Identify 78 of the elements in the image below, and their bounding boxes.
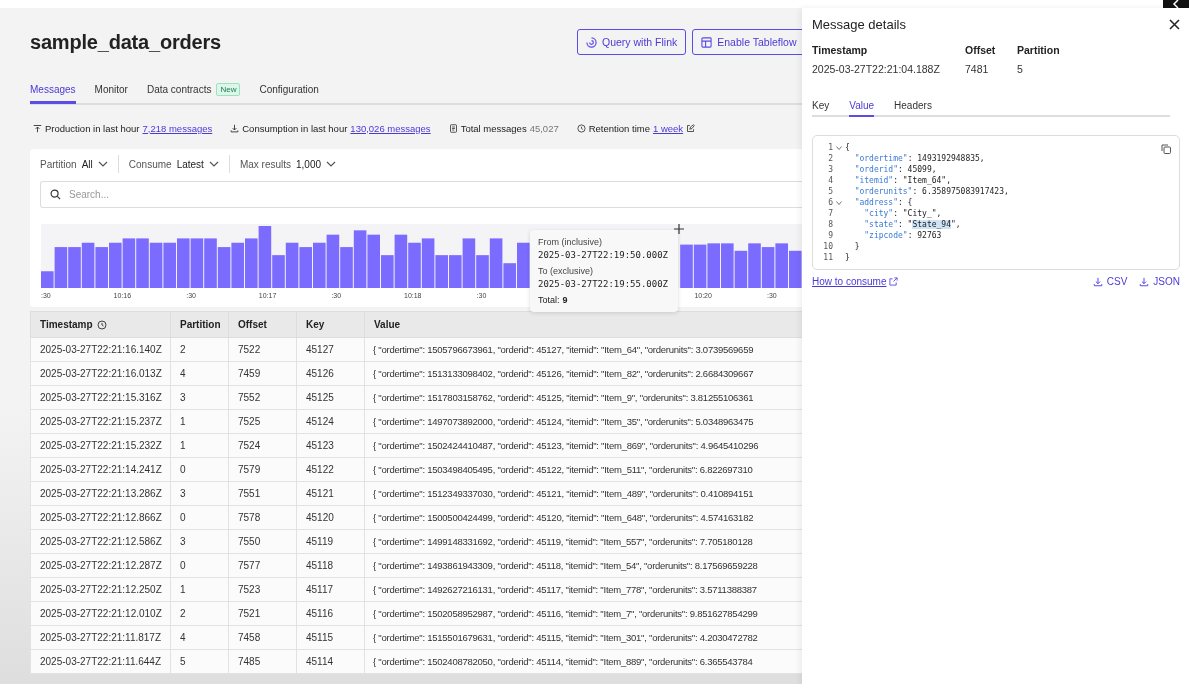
tooltip-label: Total: [538,295,560,305]
tab[interactable]: Configuration [259,77,319,104]
filter-dropdown[interactable]: Partition All [40,155,119,173]
line-number: 9 [827,231,833,240]
code-line: "ordertime": 1493192948835, [853,154,985,163]
action-button[interactable]: Query with Flink [577,29,687,55]
new-badge: New [216,83,241,96]
filter-dropdown[interactable]: Consume Latest [128,155,230,173]
code-line: "orderunits": 6.358975083917423, [853,187,1009,196]
tab[interactable]: Data contracts [146,77,212,104]
download-button[interactable]: JSON [1139,276,1180,287]
field-value: 2025-03-27T22:21:04.188Z [812,63,941,75]
tooltip-label: To (exclusive) [538,266,594,276]
line-number: 4 [827,176,833,185]
stat-label: Consumption in last hour [242,122,348,134]
table-cell: 2025-03-27T22:21:12.866Z [30,505,171,530]
stat-link[interactable]: 130,026 messages [350,122,431,134]
column-header: Key [296,311,365,338]
panel-title: Message details [812,16,906,32]
table-cell: 2025-03-27T22:21:14.241Z [30,457,171,482]
column-header: Partition [170,311,229,338]
code-line: } [853,242,860,251]
filter-dropdown[interactable]: Max results 1,000 [239,155,347,173]
field-label: Offset [965,44,993,56]
column-header: Offset [228,311,297,338]
table-cell: 2025-03-27T22:21:11.817Z [30,625,171,650]
stat-link[interactable]: 1 week [652,122,684,134]
table-cell: 2025-03-27T22:21:12.010Z [30,601,171,626]
code-line: "itemid": "Item_64", [853,176,951,185]
tab[interactable]: Messages [30,77,76,104]
table-cell: 2025-03-27T22:21:12.287Z [30,553,171,578]
tab[interactable]: Key [812,95,830,117]
table-cell: 2025-03-27T22:21:16.013Z [30,361,171,386]
field-label: Timestamp [812,44,869,56]
table-cell: 2025-03-27T22:21:15.237Z [30,409,171,434]
table-cell: 2025-03-27T22:21:15.316Z [30,385,171,410]
tab[interactable]: Value [849,95,875,117]
table-cell: 2025-03-27T22:21:12.586Z [30,529,171,554]
code-line: "city": "City_", [863,209,942,218]
code-line: "state": "State_94", [863,220,961,229]
table-cell: 2025-03-27T22:21:11.644Z [30,649,171,674]
field-value: 7481 [965,63,990,75]
stat-link[interactable]: 7,218 messages [142,122,213,134]
search-field[interactable]: Search... [40,181,802,208]
code-line: "orderid": 45099, [853,165,937,174]
line-number: 8 [827,220,833,229]
stat-label: Retention time [588,122,650,134]
code-line: "address": { [853,198,913,207]
line-number: 6 [827,198,833,207]
code-line: { [845,143,850,152]
tooltip-value: 2025-03-27T22:19:50.000Z [538,250,670,260]
tooltip-label: From (inclusive) [538,237,603,247]
stat-label: Total messages [460,122,527,134]
table-cell: 2025-03-27T22:21:13.286Z [30,481,171,506]
table-cell: 2025-03-27T22:21:12.250Z [30,577,171,602]
download-button[interactable]: CSV [1092,276,1128,287]
stat-label: Production in last hour [45,122,140,134]
code-line: } [845,253,850,262]
code-line: "zipcode": 92763 [863,231,942,240]
page-title: sample_data_orders [30,30,222,54]
line-number: 11 [822,253,833,262]
line-number: 1 [827,143,833,152]
line-number: 3 [827,165,833,174]
tooltip-value: 9 [562,295,568,305]
tooltip-value: 2025-03-27T22:19:55.000Z [538,279,670,289]
stat-value: 45,027 [529,122,559,134]
field-value: 5 [1017,63,1024,75]
table-cell: 2025-03-27T22:21:15.232Z [30,433,171,458]
table-cell: 2025-03-27T22:21:16.140Z [30,337,171,362]
column-header: Timestamp [30,311,171,338]
line-number: 2 [827,154,833,163]
line-number: 7 [827,209,833,218]
line-number: 10 [822,242,833,251]
line-number: 5 [827,187,833,196]
tab[interactable]: Monitor [94,77,128,104]
consume-link[interactable]: How to consume [812,276,899,287]
tab[interactable]: Headers [894,95,932,117]
field-label: Partition [1017,44,1060,56]
